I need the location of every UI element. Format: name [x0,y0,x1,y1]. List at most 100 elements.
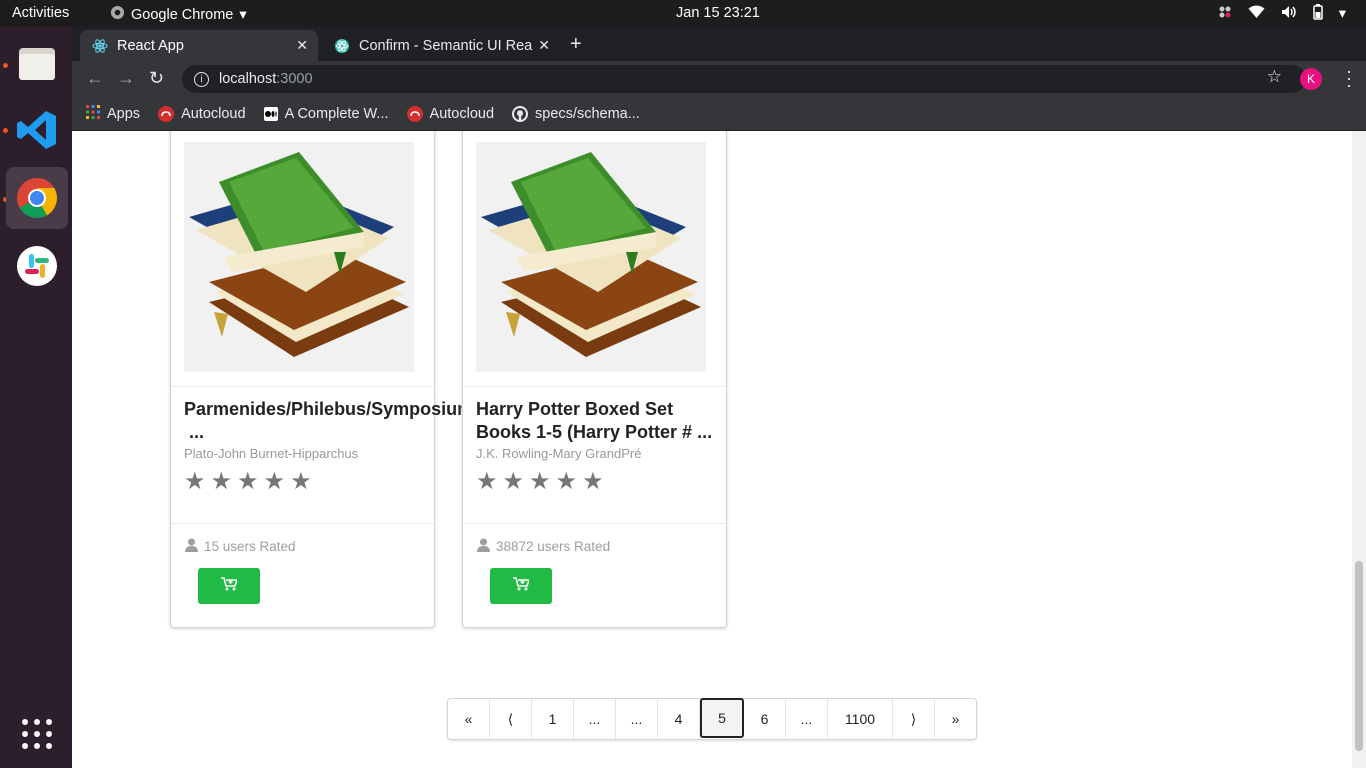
react-icon [92,38,108,54]
star-icon[interactable]: ★ [264,467,286,496]
site-info-icon[interactable]: i [194,71,209,87]
ellipsis-item: ... [616,699,658,739]
page-6-button[interactable]: 6 [744,699,786,739]
clock[interactable]: Jan 15 23:21 [676,5,760,21]
book-cover-image[interactable] [476,142,706,372]
tab-react-app[interactable]: React App ✕ [80,30,318,61]
add-to-cart-button[interactable] [198,568,260,604]
rated-count: 38872 users Rated [477,538,610,555]
activities-button[interactable]: Activities [12,5,69,21]
vscode-app-icon[interactable] [6,99,68,161]
url-port: :3000 [276,71,313,87]
address-bar[interactable]: i localhost:3000 [182,65,1306,93]
kebab-menu-icon[interactable]: · · · [1346,62,1352,94]
bookmark-label: Autocloud [429,105,495,122]
slack-app-icon[interactable] [6,235,68,297]
next-page-button[interactable]: ⟩ [893,699,935,739]
book-author: J.K. Rowling-Mary GrandPré [476,446,642,461]
power-menu-icon[interactable]: ▾ [1339,6,1346,22]
back-arrow-icon[interactable]: ← [86,68,104,89]
bookmark-label: Apps [107,105,141,122]
bookmark-apps[interactable]: Apps [86,104,141,123]
last-page-button[interactable]: » [935,699,976,739]
card-divider [463,523,726,524]
star-icon[interactable]: ★ [290,467,312,496]
ellipsis-item: ... [574,699,616,739]
ellipsis-item: ... [786,699,828,739]
forward-arrow-icon[interactable]: → [117,68,135,89]
book-card[interactable]: Harry Potter Boxed Set Books 1-5 (Harry P… [462,131,727,628]
bookmark-autocloud[interactable]: Autocloud [158,105,246,122]
bookmarks-bar: Apps Autocloud A Complete W... Autocloud… [72,97,1366,131]
tab-semantic-ui[interactable]: Confirm - Semantic UI Rea ✕ [322,30,560,61]
first-page-button[interactable]: « [448,699,490,739]
system-tray[interactable]: ▾ [1218,4,1346,24]
page-5-button-active[interactable]: 5 [700,698,744,738]
close-tab-icon[interactable]: ✕ [538,37,550,54]
cart-icon [513,576,531,596]
bookmark-label: specs/schema... [535,105,640,122]
bookmark-label: Autocloud [181,105,246,122]
bookmark-label: A Complete W... [284,105,389,122]
book-title[interactable]: Harry Potter Boxed Set Books 1-5 (Harry P… [476,398,776,444]
scrollbar[interactable] [1352,131,1366,768]
rated-count: 15 users Rated [185,538,296,555]
page-1100-button[interactable]: 1100 [828,699,893,739]
prev-page-button[interactable]: ⟨ [490,699,532,739]
rated-text: 38872 users Rated [496,539,611,554]
system-top-bar: Activities Google Chrome ▾ Jan 15 23:21 … [0,0,1366,27]
close-tab-icon[interactable]: ✕ [296,37,308,54]
cart-icon [221,576,239,596]
bookmark-autocloud[interactable]: Autocloud [406,105,495,122]
pagination: « ⟨ 1 ... ... 4 5 6 ... 1100 ⟩ » [447,698,977,740]
card-divider [171,386,434,387]
star-icon[interactable]: ★ [582,467,604,496]
bookmark-star-icon[interactable]: ☆ [1267,67,1282,87]
battery-icon[interactable] [1312,4,1323,24]
star-icon[interactable]: ★ [184,467,206,496]
reload-icon[interactable]: ↻ [149,68,164,89]
star-icon[interactable]: ★ [556,467,578,496]
volume-icon[interactable] [1281,5,1297,23]
book-card[interactable]: Parmenides/Philebus/Symposium/... Plato-… [170,131,478,628]
user-icon [477,538,490,555]
star-rating[interactable]: ★ ★ ★ ★ ★ [184,467,312,496]
user-icon [185,538,198,555]
page-viewport[interactable]: Parmenides/Philebus/Symposium/... Plato-… [72,131,1366,768]
book-cover-image[interactable] [184,142,414,372]
page-1-button[interactable]: 1 [532,699,574,739]
star-icon[interactable]: ★ [211,467,233,496]
files-app-icon[interactable] [6,33,68,95]
book-title-line: Books 1-5 (Harry Potter # ... [476,422,713,442]
star-icon[interactable]: ★ [237,467,259,496]
medium-icon [263,106,278,121]
chrome-app-icon[interactable] [6,167,68,229]
star-rating[interactable]: ★ ★ ★ ★ ★ [476,467,604,496]
star-icon[interactable]: ★ [476,467,498,496]
page-4-button[interactable]: 4 [658,699,700,739]
slack-tray-icon[interactable] [1218,5,1232,23]
book-title-line: Parmenides/Philebus/Symposium/ [184,399,479,419]
chrome-small-icon [110,5,125,24]
url-host: localhost [219,71,277,87]
book-author: Plato-John Burnet-Hipparchus [184,446,359,461]
add-to-cart-button[interactable] [490,568,552,604]
book-title-line: ... [189,422,205,442]
new-tab-plus-icon[interactable]: + [570,33,582,56]
star-icon[interactable]: ★ [503,467,525,496]
bookmark-specs-schema[interactable]: specs/schema... [512,105,640,122]
star-icon[interactable]: ★ [529,467,551,496]
app-menu[interactable]: Google Chrome ▾ [110,5,247,24]
autocloud-icon [158,105,175,122]
github-icon [512,105,529,122]
bookmark-a-complete-w[interactable]: A Complete W... [263,105,389,122]
semantic-ui-icon [334,38,350,54]
book-title-line: Harry Potter Boxed Set [476,399,674,419]
show-applications-icon[interactable] [6,703,68,765]
scrollbar-thumb[interactable] [1355,561,1363,751]
wifi-icon[interactable] [1248,5,1265,23]
browser-toolbar: ← → ↻ i localhost:3000 ☆ K · · · [72,61,1366,97]
book-title[interactable]: Parmenides/Philebus/Symposium/... [184,398,484,444]
tab-title: React App [117,37,184,54]
profile-avatar[interactable]: K [1300,68,1322,90]
